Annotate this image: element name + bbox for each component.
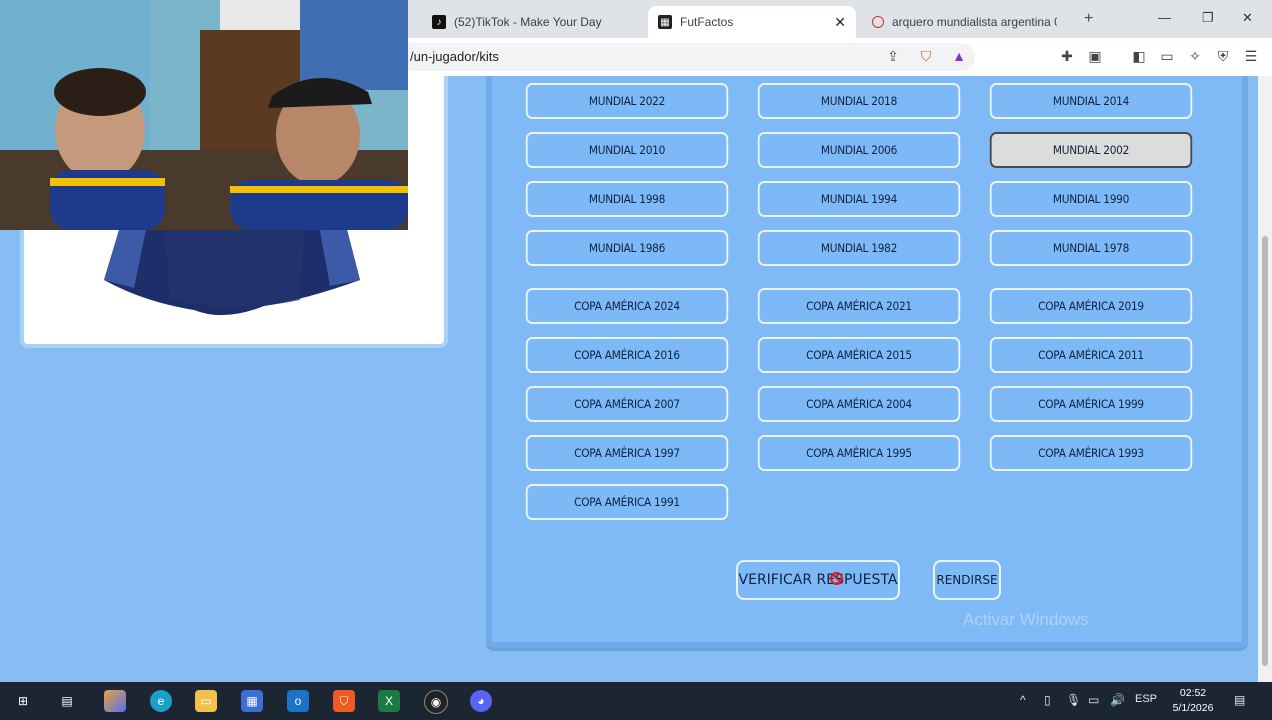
menu-icon[interactable]: ☰	[1242, 47, 1260, 65]
option-copa-2015[interactable]: COPA AMÉRICA 2015	[757, 337, 961, 373]
option-copa-2016[interactable]: COPA AMÉRICA 2016	[525, 337, 729, 373]
option-mundial-2018[interactable]: MUNDIAL 2018	[757, 83, 961, 119]
option-copa-1991[interactable]: COPA AMÉRICA 1991	[525, 484, 729, 520]
option-mundial-1994[interactable]: MUNDIAL 1994	[757, 181, 961, 217]
not-allowed-cursor-icon	[830, 572, 843, 585]
store-icon[interactable]: ▦	[241, 690, 263, 712]
option-copa-1993[interactable]: COPA AMÉRICA 1993	[989, 435, 1193, 471]
tray-overflow-icon[interactable]: ^	[1020, 693, 1026, 707]
excel-icon[interactable]: X	[378, 690, 400, 712]
file-explorer-icon[interactable]: ▭	[195, 690, 217, 712]
share-icon[interactable]: ⇪	[884, 47, 902, 65]
option-copa-2004[interactable]: COPA AMÉRICA 2004	[757, 386, 961, 422]
minimize-icon[interactable]: —	[1158, 10, 1171, 25]
maximize-icon[interactable]: ❐	[1202, 10, 1214, 26]
tab-label: arquero mundialista argentina 0	[892, 15, 1057, 29]
volume-icon[interactable]: 🔊	[1110, 693, 1125, 707]
webcam-feed-image	[0, 0, 408, 230]
reader-icon[interactable]: ▣	[1086, 47, 1104, 65]
search-shield-icon	[872, 16, 884, 28]
tiktok-icon: ♪	[432, 15, 446, 29]
microphone-icon[interactable]: 🎙	[1066, 693, 1081, 707]
extensions-icon[interactable]: ✚	[1058, 47, 1076, 65]
option-mundial-1982[interactable]: MUNDIAL 1982	[757, 230, 961, 266]
verify-answer-button[interactable]: VERIFICAR RESPUESTA	[736, 560, 900, 600]
battery-icon[interactable]: ▯	[1044, 693, 1051, 707]
tab-futfactos[interactable]: ▦ FutFactos ✕	[648, 6, 856, 38]
option-mundial-1986[interactable]: MUNDIAL 1986	[525, 230, 729, 266]
page-scrollbar[interactable]	[1258, 76, 1272, 682]
windows-taskbar: ⊞ ▤ e ▭ ▦ o ⛉ X ◉ ◕ ^ ▯ 🎙 ▭ 🔊 ESP 02:52 …	[0, 682, 1272, 720]
option-mundial-2006[interactable]: MUNDIAL 2006	[757, 132, 961, 168]
wallet-icon[interactable]: ▭	[1158, 47, 1176, 65]
tab-tiktok[interactable]: ♪ (52)TikTok - Make Your Day	[432, 6, 642, 38]
scrollbar-thumb[interactable]	[1262, 236, 1268, 666]
option-copa-1995[interactable]: COPA AMÉRICA 1995	[757, 435, 961, 471]
notifications-icon[interactable]: ▤	[1234, 693, 1245, 707]
option-mundial-1978[interactable]: MUNDIAL 1978	[989, 230, 1193, 266]
option-mundial-2022[interactable]: MUNDIAL 2022	[525, 83, 729, 119]
language-indicator[interactable]: ESP	[1135, 693, 1157, 705]
close-tab-icon[interactable]: ✕	[834, 14, 846, 31]
brave-rewards-icon[interactable]: ▲	[950, 47, 968, 65]
option-mundial-1990[interactable]: MUNDIAL 1990	[989, 181, 1193, 217]
clock-time: 02:52	[1179, 687, 1207, 699]
option-copa-2011[interactable]: COPA AMÉRICA 2011	[989, 337, 1193, 373]
option-copa-1999[interactable]: COPA AMÉRICA 1999	[989, 386, 1193, 422]
option-mundial-2002[interactable]: MUNDIAL 2002	[989, 132, 1193, 168]
option-mundial-2010[interactable]: MUNDIAL 2010	[525, 132, 729, 168]
option-mundial-2014[interactable]: MUNDIAL 2014	[989, 83, 1193, 119]
windows-start-icon[interactable]: ⊞	[12, 690, 34, 712]
leo-ai-icon[interactable]: ✧	[1186, 47, 1204, 65]
discord-icon[interactable]: ◕	[470, 690, 492, 712]
outlook-icon[interactable]: o	[287, 690, 309, 712]
give-up-button[interactable]: RENDIRSE	[933, 560, 1001, 600]
brave-shields-icon[interactable]: ⛉	[917, 47, 935, 65]
option-copa-1997[interactable]: COPA AMÉRICA 1997	[525, 435, 729, 471]
answer-panel: MUNDIAL 2022 MUNDIAL 2018 MUNDIAL 2014 M…	[486, 76, 1248, 648]
option-mundial-1998[interactable]: MUNDIAL 1998	[525, 181, 729, 217]
close-window-icon[interactable]: ✕	[1242, 10, 1253, 26]
obs-icon[interactable]: ◉	[424, 690, 448, 714]
edge-icon[interactable]: e	[150, 690, 172, 712]
clock-date: 5/1/2026	[1172, 702, 1214, 714]
copilot-icon[interactable]	[104, 690, 126, 712]
webcam-overlay	[0, 0, 408, 230]
brave-icon[interactable]: ⛉	[333, 690, 355, 712]
futfactos-icon: ▦	[658, 15, 672, 29]
sidebar-icon[interactable]: ◧	[1130, 47, 1148, 65]
clock[interactable]: 02:52 5/1/2026	[1168, 686, 1218, 716]
option-copa-2019[interactable]: COPA AMÉRICA 2019	[989, 288, 1193, 324]
option-copa-2021[interactable]: COPA AMÉRICA 2021	[757, 288, 961, 324]
new-tab-icon[interactable]: +	[1084, 10, 1093, 28]
activate-windows-watermark: Activar Windows	[963, 610, 1089, 629]
tab-search[interactable]: arquero mundialista argentina 0	[872, 6, 1062, 38]
option-copa-2007[interactable]: COPA AMÉRICA 2007	[525, 386, 729, 422]
task-view-icon[interactable]: ▤	[56, 690, 78, 712]
tab-label: FutFactos	[680, 15, 734, 29]
option-copa-2024[interactable]: COPA AMÉRICA 2024	[525, 288, 729, 324]
tab-label: (52)TikTok - Make Your Day	[454, 15, 602, 29]
network-icon[interactable]: ▭	[1088, 693, 1099, 707]
vpn-icon[interactable]: ⛨	[1214, 47, 1232, 65]
url-text: /un-jugador/kits	[410, 49, 499, 64]
